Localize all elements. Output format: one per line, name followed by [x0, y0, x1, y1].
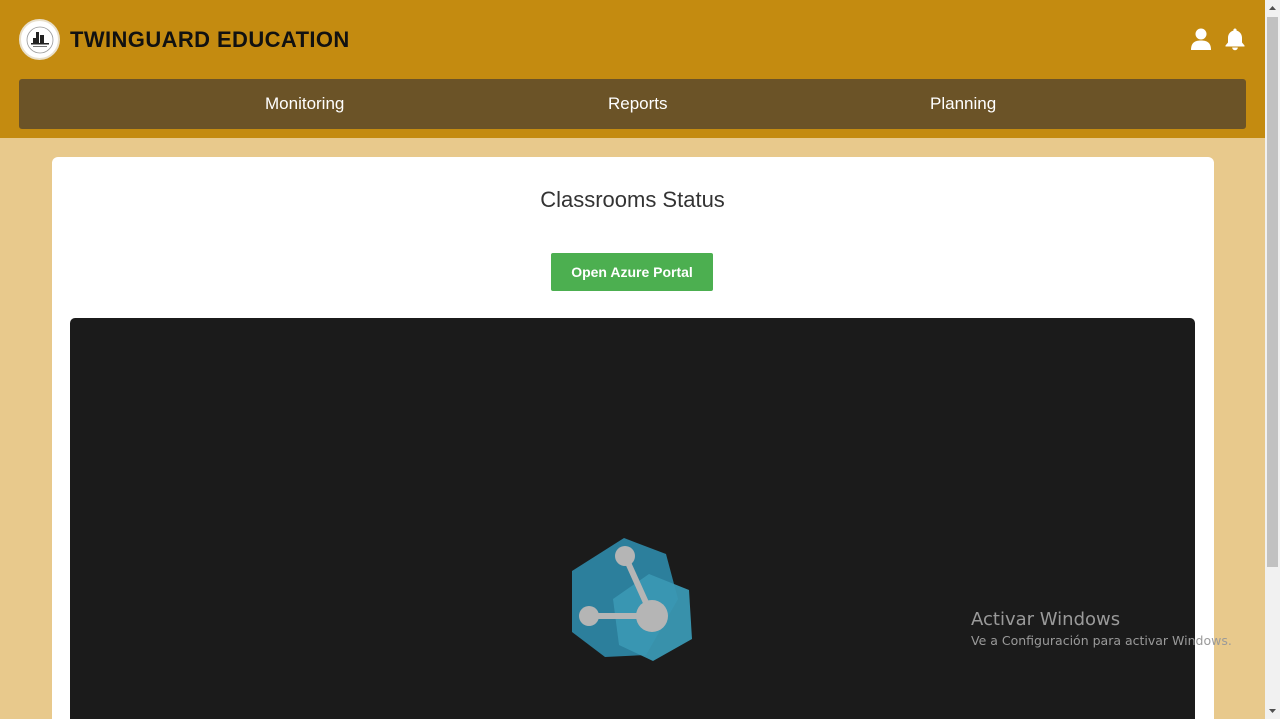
app-header: TWINGUARD EDUCATION Monitoring Reports P… — [0, 0, 1265, 138]
nav-reports[interactable]: Reports — [608, 79, 668, 129]
nav-monitoring[interactable]: Monitoring — [265, 79, 344, 129]
nav-planning[interactable]: Planning — [930, 79, 996, 129]
scrollbar-thumb[interactable] — [1267, 17, 1278, 567]
app-title: TWINGUARD EDUCATION — [70, 27, 350, 52]
page-title: Classrooms Status — [540, 187, 725, 212]
watermark-subtitle: Ve a Configuración para activar Windows. — [971, 633, 1232, 648]
main-navbar: Monitoring Reports Planning — [19, 79, 1246, 129]
windows-activation-watermark: Activar Windows Ve a Configuración para … — [971, 609, 1232, 650]
bell-icon[interactable] — [1223, 27, 1247, 51]
scroll-down-arrow-icon[interactable] — [1265, 702, 1280, 719]
user-icon[interactable] — [1189, 27, 1213, 51]
azure-digital-twins-icon — [572, 538, 692, 661]
watermark-title: Activar Windows — [971, 609, 1121, 630]
open-azure-portal-button[interactable]: Open Azure Portal — [551, 253, 713, 291]
school-logo-icon[interactable] — [19, 19, 60, 60]
scroll-up-arrow-icon[interactable] — [1265, 0, 1280, 17]
